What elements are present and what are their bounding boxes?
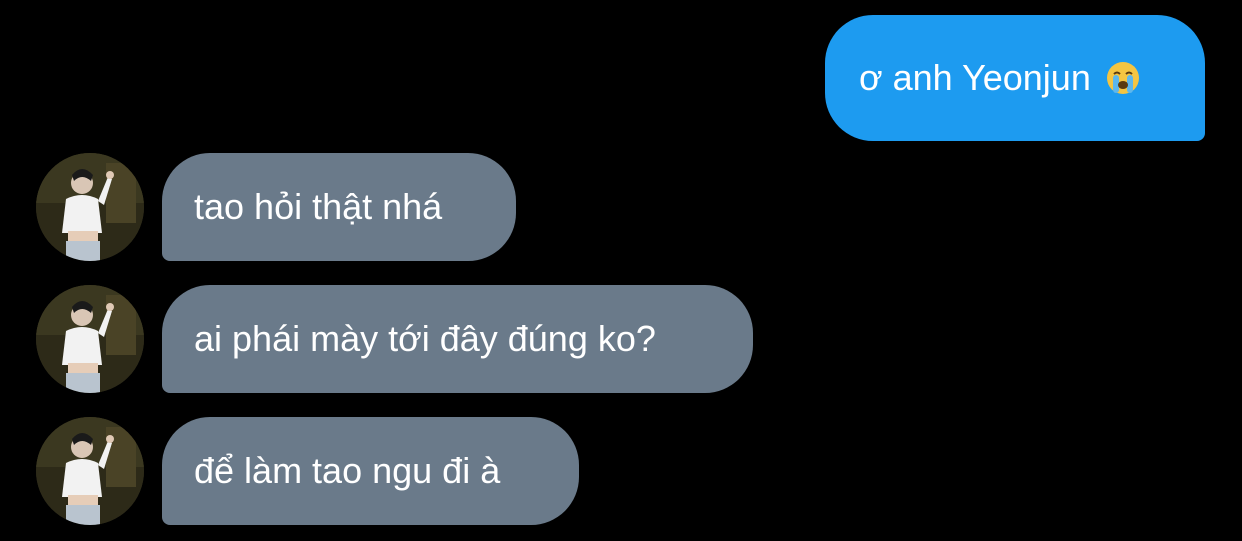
avatar[interactable] bbox=[36, 417, 144, 525]
sent-message-bubble[interactable]: ơ anh Yeonjun bbox=[825, 15, 1205, 141]
received-message-bubble[interactable]: ai phái mày tới đây đúng ko? bbox=[162, 285, 753, 393]
message-text: ơ anh Yeonjun bbox=[859, 57, 1091, 98]
received-message-bubble[interactable]: tao hỏi thật nhá bbox=[162, 153, 516, 261]
avatar[interactable] bbox=[36, 153, 144, 261]
message-text: tao hỏi thật nhá bbox=[194, 186, 443, 227]
received-message-bubble[interactable]: để làm tao ngu đi à bbox=[162, 417, 579, 525]
loudly-crying-face-icon bbox=[1105, 60, 1141, 96]
message-text: để làm tao ngu đi à bbox=[194, 450, 501, 491]
avatar[interactable] bbox=[36, 285, 144, 393]
message-text: ai phái mày tới đây đúng ko? bbox=[194, 318, 656, 359]
